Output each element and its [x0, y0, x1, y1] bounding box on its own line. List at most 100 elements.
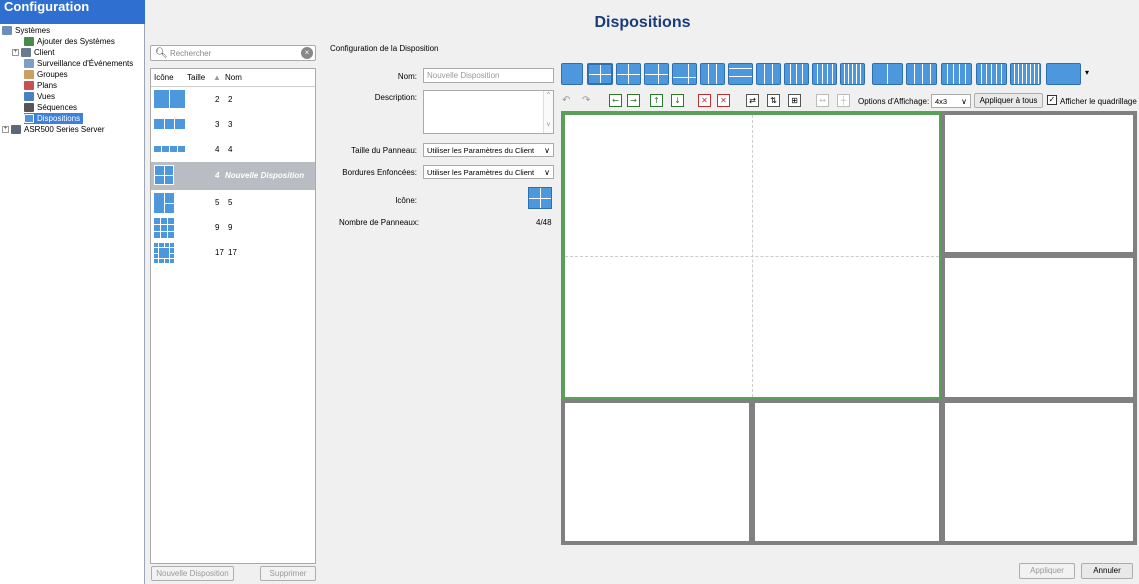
- display-options-label: Options d'Affichage:: [858, 97, 930, 106]
- client-icon: [21, 48, 31, 58]
- layout-template-6[interactable]: [644, 63, 669, 85]
- list-item[interactable]: 99: [151, 215, 315, 240]
- layout-list: Icône Taille ▲ Nom 22 33 44 4 4 Nouvelle…: [150, 68, 316, 564]
- panel-size-label: Taille du Panneau:: [351, 146, 417, 155]
- layout-pane[interactable]: [941, 399, 1137, 545]
- layout-template-1[interactable]: [561, 63, 583, 85]
- tree-item-views[interactable]: Vues: [2, 91, 144, 102]
- layout-template-4[interactable]: [587, 63, 613, 85]
- description-label: Description:: [374, 93, 417, 102]
- systems-icon: [2, 26, 12, 36]
- layout-template-13[interactable]: [812, 63, 837, 85]
- column-size[interactable]: Taille: [187, 69, 205, 87]
- tree-item-add-systems[interactable]: Ajouter des Systèmes: [2, 36, 144, 47]
- layout-template-9[interactable]: [728, 63, 753, 85]
- merge-down-icon[interactable]: ↓: [671, 94, 684, 107]
- layout-pane-selected[interactable]: [561, 111, 943, 401]
- more-layouts-dropdown-icon[interactable]: ▾: [1085, 68, 1089, 77]
- sequences-icon: [24, 103, 34, 113]
- list-item[interactable]: 55: [151, 190, 315, 215]
- show-grid-checkbox[interactable]: ✓: [1047, 95, 1057, 105]
- column-name[interactable]: Nom: [225, 69, 242, 87]
- list-item-selected[interactable]: 4 4 Nouvelle Disposition: [151, 162, 315, 190]
- remove-column-icon[interactable]: ✕: [698, 94, 711, 107]
- config-sidebar: Configuration Systèmes Ajouter des Systè…: [0, 0, 145, 584]
- layout-pane[interactable]: [941, 254, 1137, 401]
- cancel-button[interactable]: Annuler: [1081, 563, 1133, 579]
- display-options-select[interactable]: 4x3 ∨: [931, 94, 971, 108]
- tree-item-layouts[interactable]: Dispositions: [2, 113, 144, 124]
- layout-template-wide-2[interactable]: [941, 63, 972, 85]
- layout-9-icon: [154, 218, 174, 238]
- delete-button[interactable]: Supprimer: [260, 566, 316, 581]
- layout-template-2w[interactable]: [872, 63, 903, 85]
- maps-icon: [24, 81, 34, 91]
- layout-template-10[interactable]: [756, 63, 781, 85]
- panel-size-select[interactable]: Utiliser les Paramètres du Client ∨: [423, 143, 554, 157]
- sort-up-icon: ▲: [213, 73, 221, 82]
- layout-3-icon: [154, 119, 186, 129]
- grid-toggle-icon[interactable]: ┼: [837, 94, 850, 107]
- chevron-down-icon: ∨: [544, 146, 550, 155]
- tree-item-groups[interactable]: Groupes: [2, 69, 144, 80]
- tree-item-client[interactable]: + Client: [2, 47, 144, 58]
- merge-right-icon[interactable]: →: [627, 94, 640, 107]
- chevron-down-icon: ∨: [961, 97, 967, 106]
- remove-row-icon[interactable]: ✕: [717, 94, 730, 107]
- merge-up-icon[interactable]: ↑: [650, 94, 663, 107]
- list-item[interactable]: 33: [151, 112, 315, 137]
- apply-button[interactable]: Appliquer: [1019, 563, 1075, 579]
- add-systems-icon: [24, 37, 34, 47]
- list-item[interactable]: 17 17: [151, 240, 315, 265]
- layout-icon-picker[interactable]: [528, 187, 552, 209]
- clear-icon[interactable]: ×: [301, 47, 313, 59]
- merge-left-icon[interactable]: ←: [609, 94, 622, 107]
- tree-item-event-monitoring[interactable]: Surveillance d'Événements: [2, 58, 144, 69]
- list-header: Icône Taille ▲ Nom: [151, 69, 315, 87]
- layout-template-wide-1[interactable]: [906, 63, 937, 85]
- split-horizontal-icon[interactable]: ⇄: [746, 94, 759, 107]
- expand-icon[interactable]: +: [12, 49, 19, 57]
- column-icon[interactable]: Icône: [154, 69, 174, 87]
- layout-template-12[interactable]: [784, 63, 809, 85]
- panel-count-value: 4/48: [536, 218, 552, 227]
- layout-template-wide-3[interactable]: [976, 63, 1007, 85]
- search-icon: 🔍︎: [155, 48, 168, 59]
- chevron-down-icon: ∨: [544, 168, 550, 177]
- borders-select[interactable]: Utiliser les Paramètres du Client ∨: [423, 165, 554, 179]
- config-tree: Systèmes Ajouter des Systèmes + Client Su…: [2, 25, 144, 135]
- layout-pane[interactable]: [561, 399, 753, 545]
- layout-template-8[interactable]: [700, 63, 725, 85]
- expand-icon[interactable]: +: [2, 126, 9, 134]
- layout-new-icon: [154, 165, 174, 185]
- views-icon: [24, 92, 34, 102]
- distribute-icon[interactable]: ↔: [816, 94, 829, 107]
- layout-template-16[interactable]: [840, 63, 865, 85]
- sidebar-header: Configuration: [0, 0, 145, 24]
- layout-pane[interactable]: [751, 399, 943, 545]
- split-vertical-icon[interactable]: ⇅: [767, 94, 780, 107]
- tree-item-maps[interactable]: Plans: [2, 80, 144, 91]
- tree-item-sequences[interactable]: Séquences: [2, 102, 144, 113]
- list-item[interactable]: 44: [151, 137, 315, 162]
- description-field[interactable]: ^ v: [423, 90, 554, 134]
- tree-item-server[interactable]: + ASR500 Series Server: [2, 124, 144, 135]
- split-grid-icon[interactable]: ⊞: [788, 94, 801, 107]
- layout-pane[interactable]: [941, 111, 1137, 256]
- apply-all-button[interactable]: Appliquer à tous: [974, 93, 1043, 108]
- tree-item-systems[interactable]: Systèmes: [2, 25, 144, 36]
- undo-icon[interactable]: ↶: [562, 95, 570, 106]
- show-grid-label: Afficher le quadrillage: [1060, 97, 1137, 106]
- layout-template-wide-5[interactable]: [1046, 63, 1081, 85]
- layouts-icon: [24, 114, 34, 124]
- layout-template-7[interactable]: [672, 63, 697, 85]
- new-layout-button[interactable]: Nouvelle Disposition: [151, 566, 234, 581]
- search-input[interactable]: 🔍︎ Rechercher ×: [150, 45, 316, 61]
- layout-template-wide-4[interactable]: [1010, 63, 1041, 85]
- redo-icon[interactable]: ↷: [582, 95, 590, 106]
- name-field[interactable]: Nouvelle Disposition: [423, 68, 554, 83]
- layout-template-5[interactable]: [616, 63, 641, 85]
- list-item[interactable]: 22: [151, 87, 315, 112]
- name-label: Nom:: [397, 72, 417, 81]
- description-scrollbar[interactable]: ^ v: [543, 91, 553, 133]
